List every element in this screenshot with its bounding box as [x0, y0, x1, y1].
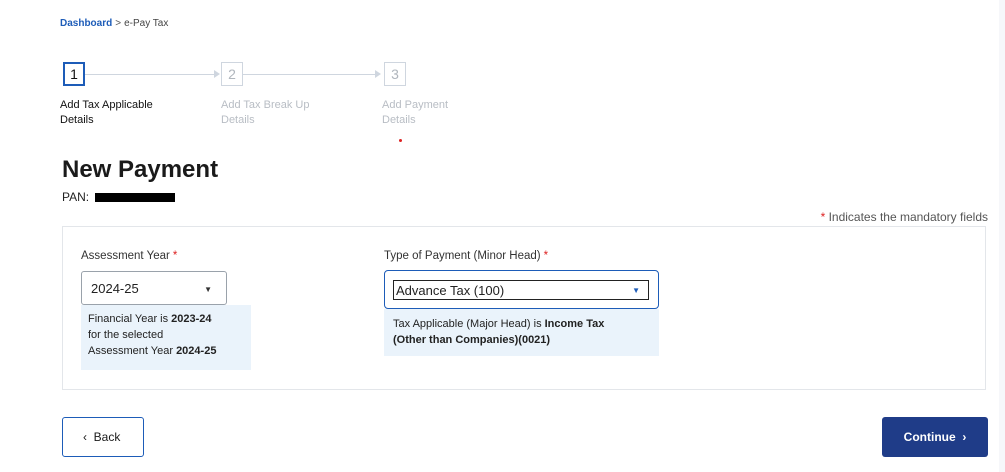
step-2-label-line1: Add Tax Break Up: [221, 99, 310, 111]
step-2-indicator: 2: [221, 62, 243, 86]
assessment-year-select[interactable]: 2024-25 ▼: [81, 271, 227, 305]
page-title: New Payment: [62, 156, 219, 183]
major-head-info-prefix: Tax Applicable (Major Head) is: [393, 318, 545, 330]
payment-type-label-text: Type of Payment (Minor Head): [384, 250, 541, 262]
payment-type-required-star: *: [543, 250, 549, 262]
major-head-info-line2: (Other than Companies)(0021): [393, 332, 650, 348]
payment-type-select[interactable]: Advance Tax (100) ▼: [393, 280, 649, 300]
step-connector-2: [243, 74, 378, 75]
chevron-down-icon: ▼: [632, 286, 640, 295]
financial-year-info: Financial Year is 2023-24 for the select…: [81, 305, 251, 370]
financial-year-info-ay-prefix: Assessment Year: [88, 345, 177, 357]
financial-year-info-prefix: Financial Year is: [88, 313, 172, 325]
step-3-alert-dot-icon: [399, 139, 402, 142]
mandatory-note-text: Indicates the mandatory fields: [828, 210, 988, 224]
step-1-label-line1: Add Tax Applicable: [60, 99, 153, 111]
payment-type-label: Type of Payment (Minor Head) *: [384, 250, 548, 262]
financial-year-value: 2023-24: [171, 313, 212, 325]
step-3-label-line1: Add Payment: [382, 99, 449, 111]
continue-button[interactable]: Continue ›: [882, 417, 988, 457]
breadcrumb-separator: >: [115, 18, 122, 29]
back-button[interactable]: ‹ Back: [62, 417, 144, 457]
pan-redaction: [95, 193, 176, 203]
chevron-right-icon: ›: [962, 430, 967, 444]
step-1-label-line2: Details: [60, 114, 94, 126]
assessment-year-label: Assessment Year *: [81, 250, 177, 262]
financial-year-info-ay-value: 2024-25: [176, 345, 217, 357]
breadcrumb-current: e-Pay Tax: [124, 18, 169, 29]
pan-row: PAN:: [62, 190, 176, 204]
step-2-label-line2: Details: [221, 114, 255, 126]
step-2-label: Add Tax Break Up Details: [221, 98, 331, 128]
assessment-year-value: 2024-25: [91, 280, 139, 296]
mandatory-note: * Indicates the mandatory fields: [821, 210, 988, 224]
breadcrumb: Dashboard > e-Pay Tax: [60, 18, 168, 29]
chevron-left-icon: ‹: [83, 430, 87, 444]
financial-year-info-line1: Financial Year is 2023-24: [88, 311, 244, 327]
major-head-info-bold1: Income Tax: [544, 318, 605, 330]
step-connector-1: [85, 74, 217, 75]
back-button-label: Back: [93, 430, 121, 444]
required-star: *: [820, 210, 826, 224]
pan-label: PAN:: [62, 190, 90, 204]
assessment-year-label-text: Assessment Year: [81, 250, 170, 262]
step-1-indicator: 1: [63, 62, 85, 86]
payment-type-value: Advance Tax (100): [396, 283, 505, 298]
major-head-info: Tax Applicable (Major Head) is Income Ta…: [384, 309, 659, 356]
assessment-year-required-star: *: [172, 250, 178, 262]
step-3-label: Add Payment Details: [382, 98, 492, 128]
step-arrow-2-icon: [375, 70, 381, 78]
breadcrumb-dashboard-link[interactable]: Dashboard: [60, 18, 112, 29]
continue-button-label: Continue: [903, 430, 956, 444]
major-head-info-line1: Tax Applicable (Major Head) is Income Ta…: [393, 316, 650, 332]
chevron-down-icon: ▼: [204, 285, 212, 294]
step-1-label: Add Tax Applicable Details: [60, 98, 170, 128]
financial-year-info-line2: for the selected: [88, 329, 164, 341]
step-3-indicator: 3: [384, 62, 406, 86]
step-arrow-1-icon: [214, 70, 220, 78]
step-3-label-line2: Details: [382, 114, 416, 126]
major-head-info-bold2: (Other than Companies)(0021): [393, 334, 551, 346]
financial-year-info-line3: Assessment Year 2024-25: [88, 343, 244, 359]
left-gutter: [0, 0, 62, 472]
